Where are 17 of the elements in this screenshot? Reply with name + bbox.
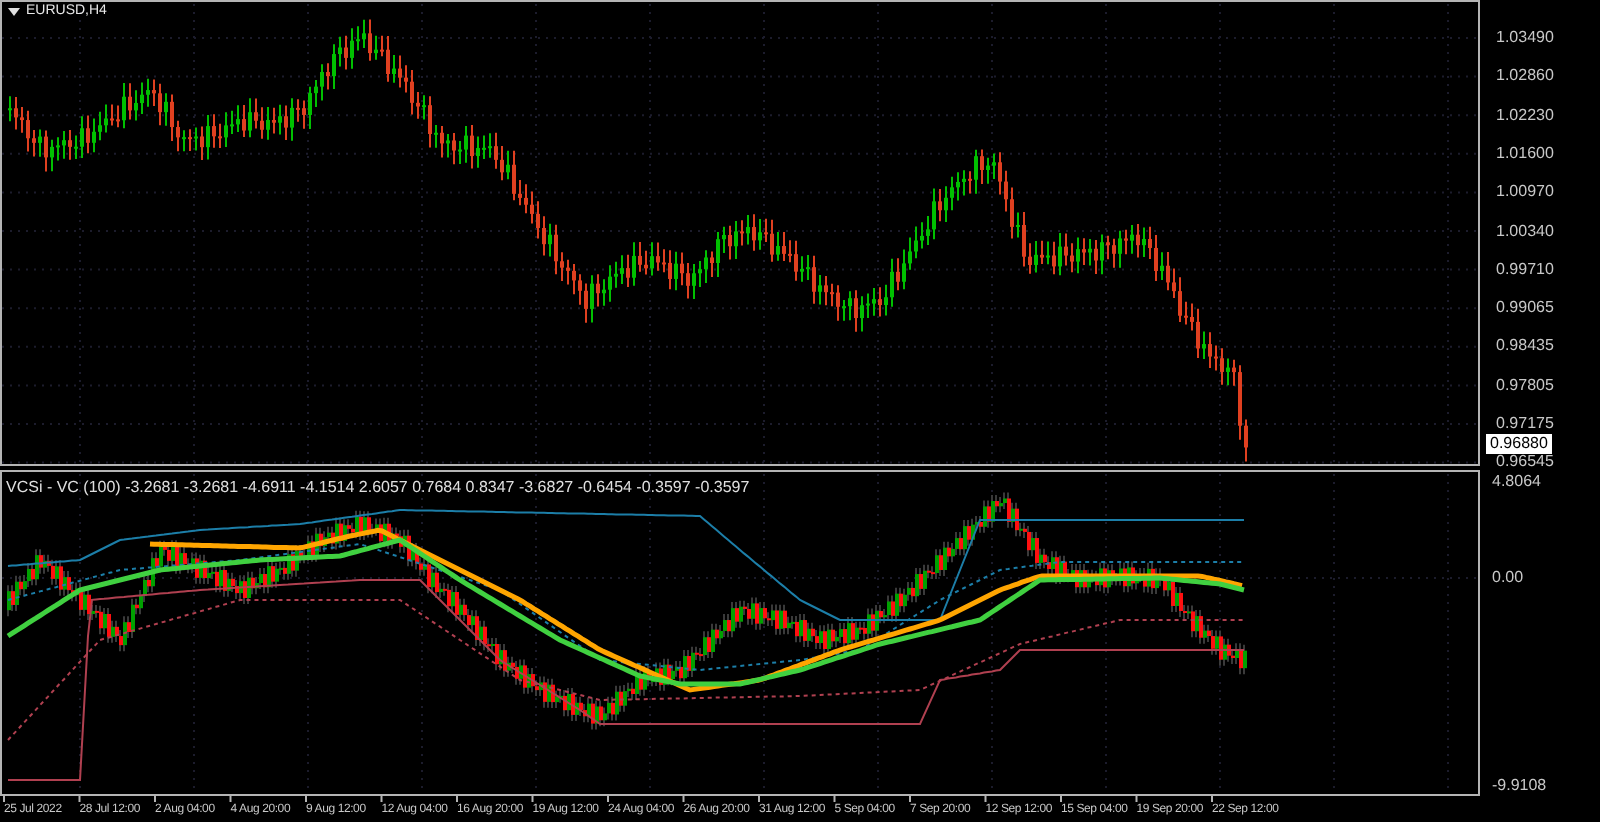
current-price-label: 0.96880 <box>1486 434 1552 454</box>
indicator-axis-label: 0.00 <box>1492 570 1524 586</box>
price-label: 0.97805 <box>1496 377 1554 394</box>
indicator-axis-label: 4.8064 <box>1492 474 1541 490</box>
indicator-axis-label: -9.9108 <box>1492 778 1547 794</box>
price-label: 1.00970 <box>1496 184 1554 201</box>
price-label: 0.97175 <box>1496 416 1554 432</box>
price-label: 1.00340 <box>1496 223 1554 239</box>
indicator-title: VCSi - VC (100) -3.2681 -3.2681 -4.6911 -4.1514 2.6057 0.7684 0.8347 -3.6827 -0.6454 -0.3597 -0.3597 <box>6 480 750 496</box>
price-label: 0.99710 <box>1496 261 1554 278</box>
price-label: 0.96545 <box>1496 454 1554 470</box>
price-label: 1.02230 <box>1496 107 1554 124</box>
price-label: 0.98435 <box>1496 338 1554 355</box>
price-label: 1.01600 <box>1496 145 1554 162</box>
price-label: 1.03490 <box>1496 30 1554 46</box>
price-label: 1.02860 <box>1496 68 1554 85</box>
price-label: 0.99065 <box>1496 300 1554 317</box>
